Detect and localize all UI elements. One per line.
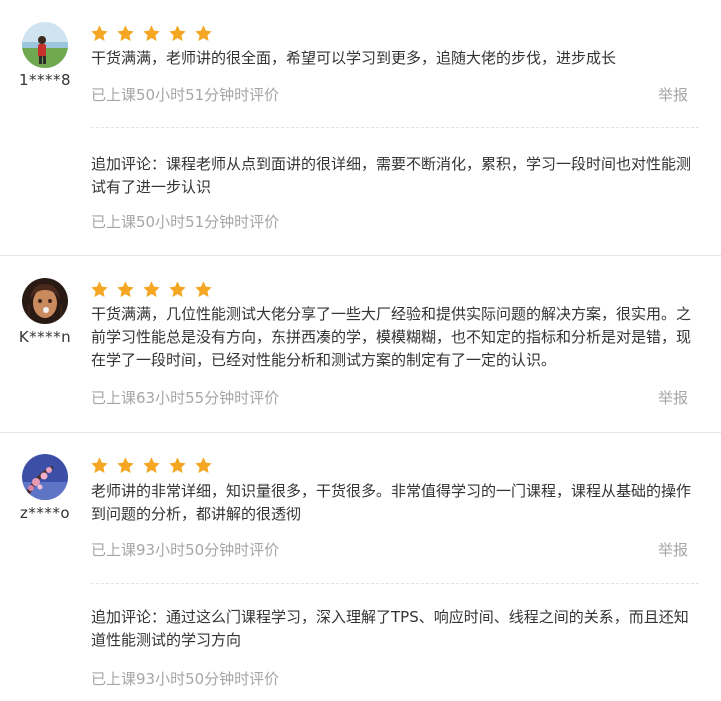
review-text: 干货满满，老师讲的很全面，希望可以学习到更多，追随大佬的步伐，进步成长: [91, 49, 617, 67]
star-icon: [195, 457, 212, 473]
star-icon: [91, 25, 108, 41]
username: 1****8: [18, 71, 72, 89]
report-button[interactable]: 举报: [658, 84, 688, 105]
divider: [91, 583, 699, 584]
star-icon: [143, 25, 160, 41]
report-button[interactable]: 举报: [658, 387, 688, 408]
star-rating: [90, 456, 213, 476]
star-icon: [117, 25, 134, 41]
star-rating: [90, 24, 213, 44]
review-item: 1****8 干货满满，老师讲的很全面，希望可以学习到更多，追随大佬的步伐，进步…: [0, 0, 721, 255]
star-icon: [91, 281, 108, 297]
review-text: 老师讲的非常详细，知识量很多，干货很多。非常值得学习的一门课程，课程从基础的操作…: [91, 482, 692, 523]
divider: [91, 127, 699, 128]
username: z****o: [19, 504, 71, 522]
star-icon: [117, 281, 134, 297]
star-icon: [143, 457, 160, 473]
star-icon: [169, 281, 186, 297]
avatar[interactable]: [22, 278, 68, 324]
followup-text: 追加评论：课程老师从点到面讲的很详细，需要不断消化，累积，学习一段时间也对性能测…: [91, 155, 692, 196]
avatar[interactable]: [22, 454, 68, 500]
followup-time: 已上课93小时50分钟时评价: [91, 670, 280, 688]
review-time: 已上课63小时55分钟时评价: [91, 389, 280, 407]
report-button[interactable]: 举报: [658, 539, 688, 560]
star-rating: [90, 280, 213, 300]
star-icon: [143, 281, 160, 297]
star-icon: [195, 25, 212, 41]
star-icon: [169, 25, 186, 41]
review-item: z****o 老师讲的非常详细，知识量很多，干货很多。非常值得学习的一门课程，课…: [0, 433, 721, 701]
avatar[interactable]: [22, 22, 68, 68]
star-icon: [91, 457, 108, 473]
followup-text: 追加评论：通过这么门课程学习，深入理解了TPS、响应时间、线程之间的关系，而且还…: [91, 608, 689, 649]
review-time: 已上课93小时50分钟时评价: [91, 541, 280, 559]
followup-time: 已上课50小时51分钟时评价: [91, 213, 280, 231]
review-time: 已上课50小时51分钟时评价: [91, 86, 280, 104]
review-item: K****n 干货满满，几位性能测试大佬分享了一些大厂经验和提供实际问题的解决方…: [0, 256, 721, 432]
star-icon: [117, 457, 134, 473]
username: K****n: [18, 328, 72, 346]
review-text: 干货满满，几位性能测试大佬分享了一些大厂经验和提供实际问题的解决方案，很实用。之…: [91, 305, 692, 369]
star-icon: [195, 281, 212, 297]
star-icon: [169, 457, 186, 473]
